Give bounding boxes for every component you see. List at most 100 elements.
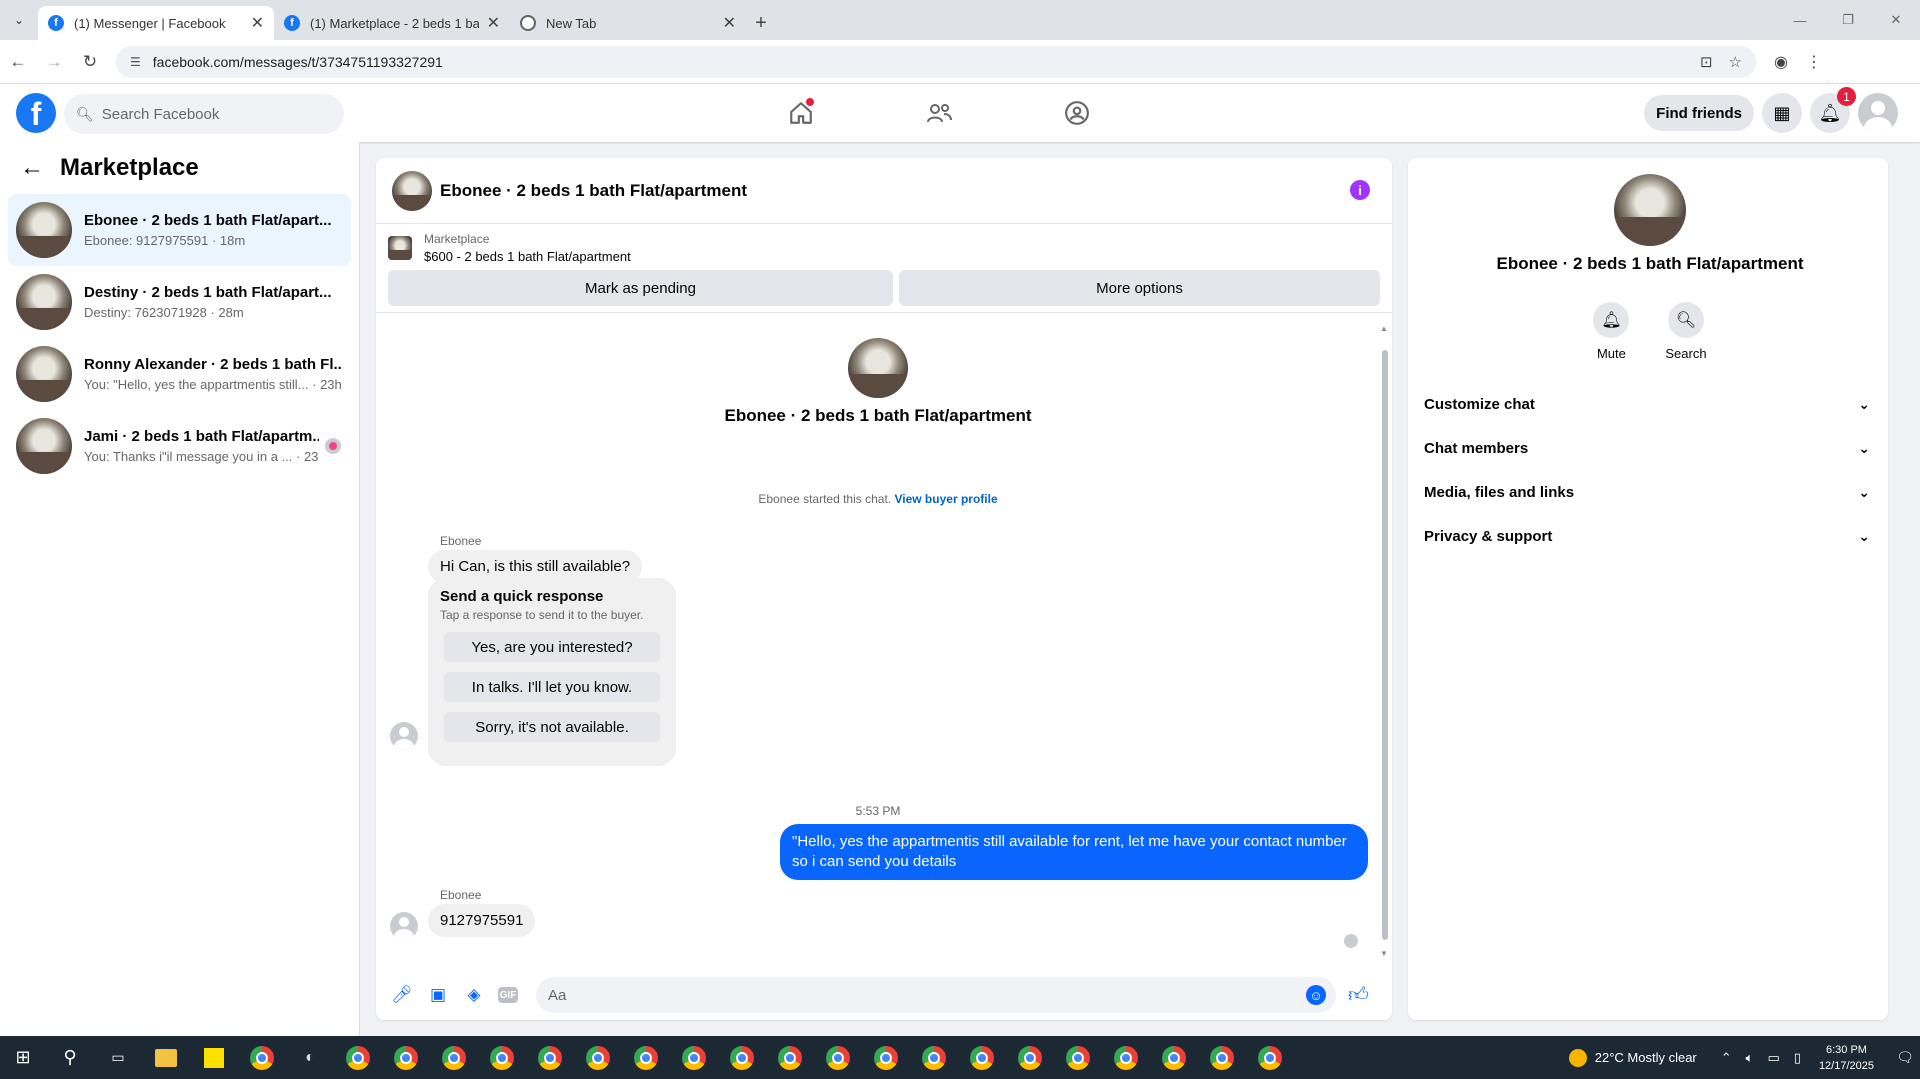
customize-chat-section[interactable]: Customize chat ⌄ <box>1416 382 1880 426</box>
bookmark-star-icon[interactable]: ☆ <box>1729 53 1742 71</box>
privacy-support-section[interactable]: Privacy & support ⌄ <box>1416 514 1880 558</box>
chrome-profile-icon[interactable] <box>910 1036 958 1079</box>
tab-search-dropdown[interactable]: ⌄ <box>0 0 38 40</box>
groups-nav-button[interactable] <box>1052 84 1102 142</box>
network-icon[interactable]: ▭ <box>1767 1050 1779 1066</box>
search-facebook-input[interactable]: 🔍︎ Search Facebook <box>64 94 344 134</box>
file-explorer-icon[interactable] <box>142 1036 190 1079</box>
chrome-profile-icon[interactable] <box>718 1036 766 1079</box>
message-scrollbar[interactable]: ▲ ▼ <box>1380 324 1388 958</box>
profile-icon[interactable]: ◉ <box>1774 52 1788 72</box>
chat-header-thumbnail[interactable] <box>392 170 432 211</box>
chrome-profile-icon[interactable] <box>526 1036 574 1079</box>
conversation-item[interactable]: Jami · 2 beds 1 bath Flat/apartm... You:… <box>8 410 351 482</box>
groups-icon <box>1065 101 1089 125</box>
quick-response-option[interactable]: Yes, are you interested? <box>444 632 660 662</box>
browser-tab-messenger[interactable]: f (1) Messenger | Facebook ✕ <box>38 6 274 40</box>
chrome-profile-icon[interactable] <box>382 1036 430 1079</box>
back-arrow-icon[interactable]: ← <box>20 154 44 182</box>
new-tab-button[interactable]: + <box>746 6 776 40</box>
scrollbar-thumb[interactable] <box>1382 350 1388 940</box>
chrome-profile-icon[interactable] <box>670 1036 718 1079</box>
app-icon[interactable]: ◐ <box>286 1036 334 1079</box>
chrome-profile-icon[interactable] <box>1150 1036 1198 1079</box>
forward-icon[interactable]: → <box>36 52 72 72</box>
menu-grid-button[interactable]: ▦ <box>1762 93 1802 133</box>
scroll-down-icon[interactable]: ▼ <box>1380 949 1388 958</box>
thumbs-up-icon[interactable]: 👍︎ <box>1348 983 1369 1007</box>
close-tab-icon[interactable]: ✕ <box>251 13 264 33</box>
browser-tab-newtab[interactable]: New Tab ✕ <box>510 6 746 40</box>
chrome-profile-icon[interactable] <box>1198 1036 1246 1079</box>
quick-response-option[interactable]: In talks. I'll let you know. <box>444 672 660 702</box>
mute-button[interactable]: 🔔︎ Mute <box>1593 302 1630 361</box>
install-app-icon[interactable]: ⊡ <box>1700 53 1713 71</box>
view-buyer-profile-link[interactable]: View buyer profile <box>894 492 997 506</box>
microphone-icon[interactable]: 🎤︎ <box>390 983 414 1007</box>
chrome-profile-icon[interactable] <box>814 1036 862 1079</box>
more-options-button[interactable]: More options <box>898 270 1380 306</box>
conversation-item[interactable]: Ronny Alexander · 2 beds 1 bath Fl... Yo… <box>8 338 351 410</box>
close-tab-icon[interactable]: ✕ <box>723 13 736 33</box>
mark-as-pending-button[interactable]: Mark as pending <box>388 270 893 306</box>
chat-title[interactable]: Ebonee · 2 beds 1 bath Flat/apartment <box>440 181 747 201</box>
reload-icon[interactable]: ↻ <box>72 52 108 72</box>
battery-icon[interactable]: ▯ <box>1794 1050 1801 1066</box>
minimize-icon[interactable]: — <box>1776 0 1824 40</box>
close-window-icon[interactable]: ✕ <box>1872 0 1920 40</box>
emoji-icon[interactable]: ☺ <box>1306 985 1326 1005</box>
chrome-profile-icon[interactable] <box>574 1036 622 1079</box>
chrome-profile-icon[interactable] <box>1246 1036 1294 1079</box>
browser-menu-icon[interactable]: ⋮ <box>1806 52 1822 72</box>
chrome-profile-icon[interactable] <box>766 1036 814 1079</box>
windows-start-icon[interactable]: ⊞ <box>0 1036 46 1079</box>
quick-response-option[interactable]: Sorry, it's not available. <box>444 712 660 742</box>
tab-title: (1) Marketplace - 2 beds 1 bath <box>310 15 479 31</box>
clock[interactable]: 6:30 PM 12/17/2025 <box>1819 1042 1874 1074</box>
media-files-links-section[interactable]: Media, files and links ⌄ <box>1416 470 1880 514</box>
chat-members-section[interactable]: Chat members ⌄ <box>1416 426 1880 470</box>
account-avatar[interactable] <box>1858 93 1898 133</box>
url-input[interactable]: ☰ facebook.com/messages/t/37347511933272… <box>116 45 1756 78</box>
restore-icon[interactable]: ❐ <box>1824 0 1872 40</box>
find-friends-button[interactable]: Find friends <box>1644 95 1754 131</box>
chrome-profile-icon[interactable] <box>622 1036 670 1079</box>
close-tab-icon[interactable]: ✕ <box>487 13 500 33</box>
chevron-up-icon[interactable]: ⌃ <box>1721 1050 1732 1066</box>
volume-icon[interactable]: 🔈︎ <box>1746 1050 1754 1066</box>
chrome-profile-icon[interactable] <box>1102 1036 1150 1079</box>
search-icon[interactable]: ⚲ <box>46 1036 94 1079</box>
chrome-profile-icon[interactable] <box>862 1036 910 1079</box>
site-info-icon[interactable]: ☰ <box>130 55 141 69</box>
chrome-profile-icon[interactable] <box>1006 1036 1054 1079</box>
notifications-button[interactable]: 🔔︎ 1 <box>1810 87 1856 133</box>
bell-icon: 🔔︎ <box>1593 302 1630 338</box>
weather-widget[interactable]: 22°C Mostly clear <box>1568 1048 1697 1067</box>
friends-nav-button[interactable] <box>914 84 964 142</box>
browser-tab-marketplace[interactable]: f (1) Marketplace - 2 beds 1 bath ✕ <box>274 6 510 40</box>
chrome-icon[interactable] <box>238 1036 286 1079</box>
sticker-icon[interactable]: ◈ <box>462 983 486 1007</box>
chrome-profile-icon[interactable] <box>334 1036 382 1079</box>
facebook-logo-icon[interactable]: f <box>16 93 56 133</box>
scroll-up-icon[interactable]: ▲ <box>1380 324 1388 333</box>
home-nav-button[interactable] <box>776 84 826 142</box>
conversation-item[interactable]: Ebonee · 2 beds 1 bath Flat/apart... Ebo… <box>8 194 351 266</box>
gif-icon[interactable]: GIF <box>498 987 518 1003</box>
chrome-profile-icon[interactable] <box>478 1036 526 1079</box>
notification-center-icon[interactable]: 🗨︎ <box>1890 1049 1920 1066</box>
chrome-profile-icon[interactable] <box>1054 1036 1102 1079</box>
task-view-icon[interactable]: ▭ <box>94 1036 142 1079</box>
back-icon[interactable]: ← <box>0 52 36 72</box>
photo-icon[interactable]: ▣ <box>426 983 450 1007</box>
chrome-profile-icon[interactable] <box>430 1036 478 1079</box>
listing-thumbnail[interactable] <box>388 236 412 260</box>
info-icon[interactable]: i <box>1350 180 1370 200</box>
conversation-name: Jami · 2 beds 1 bath Flat/apartm... <box>84 428 319 445</box>
chrome-profile-icon[interactable] <box>958 1036 1006 1079</box>
search-chat-button[interactable]: 🔍︎ Search <box>1665 302 1707 361</box>
message-input[interactable]: Aa ☺ <box>536 977 1336 1013</box>
sticky-notes-icon[interactable] <box>190 1036 238 1079</box>
conversation-item[interactable]: Destiny · 2 beds 1 bath Flat/apart... De… <box>8 266 351 338</box>
listing-price[interactable]: $600 - 2 beds 1 bath Flat/apartment <box>424 249 631 264</box>
